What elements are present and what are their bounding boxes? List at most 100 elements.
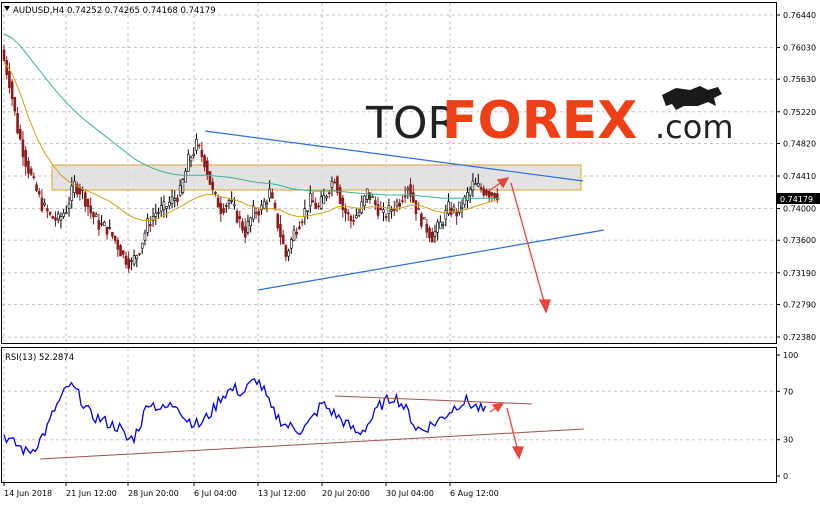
candle-body xyxy=(73,180,76,193)
candle-body xyxy=(493,192,496,199)
candle-body xyxy=(116,239,120,250)
candle-body xyxy=(84,192,87,207)
candle-body xyxy=(352,220,355,222)
candle-body xyxy=(168,202,171,207)
candle-body xyxy=(67,203,71,209)
candle-body xyxy=(249,217,252,227)
price-tick-label: 0.76440 xyxy=(783,11,816,20)
candle-body xyxy=(140,242,144,249)
candle-body xyxy=(287,250,290,257)
candle-body xyxy=(444,209,448,220)
candle-body xyxy=(452,206,456,211)
candle-body xyxy=(311,200,315,203)
candle-body xyxy=(2,49,6,61)
candle-body xyxy=(214,191,217,194)
candle-body xyxy=(243,226,247,238)
candle-body xyxy=(46,208,49,212)
candle-body xyxy=(477,182,480,187)
candle-body xyxy=(24,150,27,167)
price-tick-label: 0.75220 xyxy=(783,108,816,117)
candle-body xyxy=(92,212,95,218)
candle-body xyxy=(436,221,439,233)
candle-body xyxy=(178,185,182,196)
candle-body xyxy=(127,258,130,269)
candle-body xyxy=(195,138,198,151)
price-tick-label: 0.74410 xyxy=(783,172,816,181)
candle-body xyxy=(159,205,163,212)
candle-body xyxy=(105,226,109,235)
candle-body xyxy=(284,245,288,257)
candle-body xyxy=(430,232,434,243)
candle-body xyxy=(376,204,380,216)
candle-body xyxy=(62,212,65,217)
time-tick-label: 6 Aug 12:00 xyxy=(450,489,499,498)
time-tick-label: 6 Jul 04:00 xyxy=(194,489,237,498)
candle-body xyxy=(241,221,244,231)
candle-body xyxy=(189,156,193,162)
candle-body xyxy=(252,205,255,220)
rsi-tick-label: 0 xyxy=(783,472,788,481)
candle-body xyxy=(300,221,304,224)
time-axis: 14 Jun 2018 21 Jun 12:00 28 Jun 20:00 6 Jul… xyxy=(3,482,499,498)
candle-body xyxy=(433,231,437,237)
candle-body xyxy=(40,197,44,211)
candle-body xyxy=(111,232,114,237)
candle-body xyxy=(176,197,179,202)
price-axis: 0.76440 0.76030 0.75630 0.75220 0.74820 0.744… xyxy=(776,11,816,342)
candle-body xyxy=(132,255,136,265)
candle-body xyxy=(338,187,342,204)
price-tick-label: 0.73600 xyxy=(783,236,816,245)
candle-body xyxy=(10,81,14,100)
candle-body xyxy=(349,216,353,222)
price-tick-label: 0.75630 xyxy=(783,75,816,84)
candle-body xyxy=(327,192,331,194)
time-tick-label: 21 Jun 12:00 xyxy=(66,489,117,498)
candle-body xyxy=(428,228,431,239)
price-tick-label: 0.74000 xyxy=(783,205,816,214)
candle-body xyxy=(471,180,475,191)
candle-body xyxy=(487,191,491,198)
price-tick-label: 0.74820 xyxy=(783,139,816,148)
candle-body xyxy=(8,70,11,88)
candle-body xyxy=(414,200,418,215)
candle-body xyxy=(468,188,472,196)
chart-header: AUDUSD,H4 0.74252 0.74265 0.74168 0.7417… xyxy=(4,6,216,16)
candle-body xyxy=(411,192,415,203)
candle-body xyxy=(130,260,133,262)
candle-body xyxy=(29,168,33,175)
candle-body xyxy=(262,201,266,209)
candle-body xyxy=(254,212,258,214)
candle-body xyxy=(460,206,464,209)
chart-title: AUDUSD,H4 0.74252 0.74265 0.74168 0.7417… xyxy=(13,6,216,16)
candle-body xyxy=(162,201,166,211)
candle-body xyxy=(86,198,90,208)
candle-body xyxy=(360,201,364,213)
candle-body xyxy=(94,214,98,217)
candle-body xyxy=(406,188,410,191)
time-tick-label: 13 Jul 12:00 xyxy=(258,489,306,498)
candle-body xyxy=(322,195,326,204)
candle-body xyxy=(336,176,339,193)
candle-body xyxy=(390,209,393,212)
logo-brand: FOREX xyxy=(442,91,637,151)
candle-body xyxy=(319,196,323,209)
last-price-tag: 0.74179 xyxy=(777,193,820,204)
candle-body xyxy=(143,232,147,241)
candle-body xyxy=(298,226,301,230)
candle-body xyxy=(165,206,168,209)
candle-body xyxy=(16,113,19,134)
resistance-zone xyxy=(51,164,582,191)
rsi-tick-label: 70 xyxy=(783,387,793,396)
candle-body xyxy=(425,224,429,233)
candle-body xyxy=(230,200,233,202)
candle-body xyxy=(306,210,309,212)
candle-body xyxy=(482,188,486,196)
candle-body xyxy=(135,255,139,260)
candle-body xyxy=(314,202,317,209)
candle-body xyxy=(273,202,277,209)
candle-body xyxy=(479,187,483,190)
candle-body xyxy=(216,197,220,208)
price-tick-label: 0.73190 xyxy=(783,269,816,278)
candle-body xyxy=(317,205,320,208)
candle-body xyxy=(355,215,358,219)
